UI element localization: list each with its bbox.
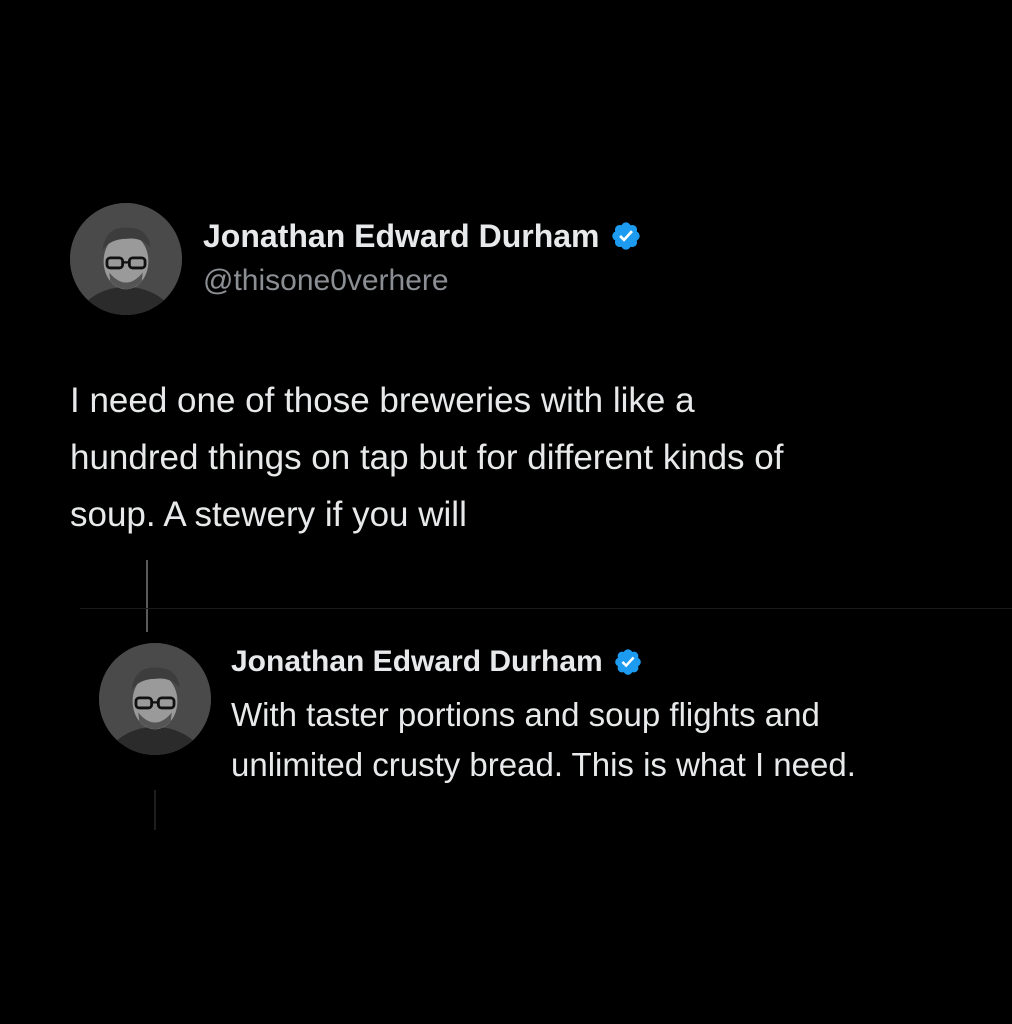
thread-continuation-line — [154, 790, 156, 830]
main-author-avatar[interactable] — [70, 203, 182, 315]
reply-author-avatar[interactable] — [99, 643, 211, 755]
thread-connector-line — [146, 560, 148, 632]
tweet-divider — [80, 608, 1012, 609]
avatar-portrait-icon — [99, 643, 211, 755]
main-author-name-text: Jonathan Edward Durham — [203, 217, 600, 254]
reply-tweet-text: With taster portions and soup flights an… — [231, 696, 856, 783]
main-author-handle[interactable]: @thisone0verhere — [203, 264, 449, 298]
reply-author-name[interactable]: Jonathan Edward Durham — [231, 643, 643, 681]
main-tweet-text: I need one of those breweries with like … — [70, 381, 784, 534]
main-author-name[interactable]: Jonathan Edward Durham — [203, 216, 642, 256]
reply-author-name-text: Jonathan Edward Durham — [231, 645, 603, 678]
avatar-portrait-icon — [70, 203, 182, 315]
verified-badge-icon — [613, 647, 643, 677]
verified-badge-icon — [610, 220, 642, 252]
